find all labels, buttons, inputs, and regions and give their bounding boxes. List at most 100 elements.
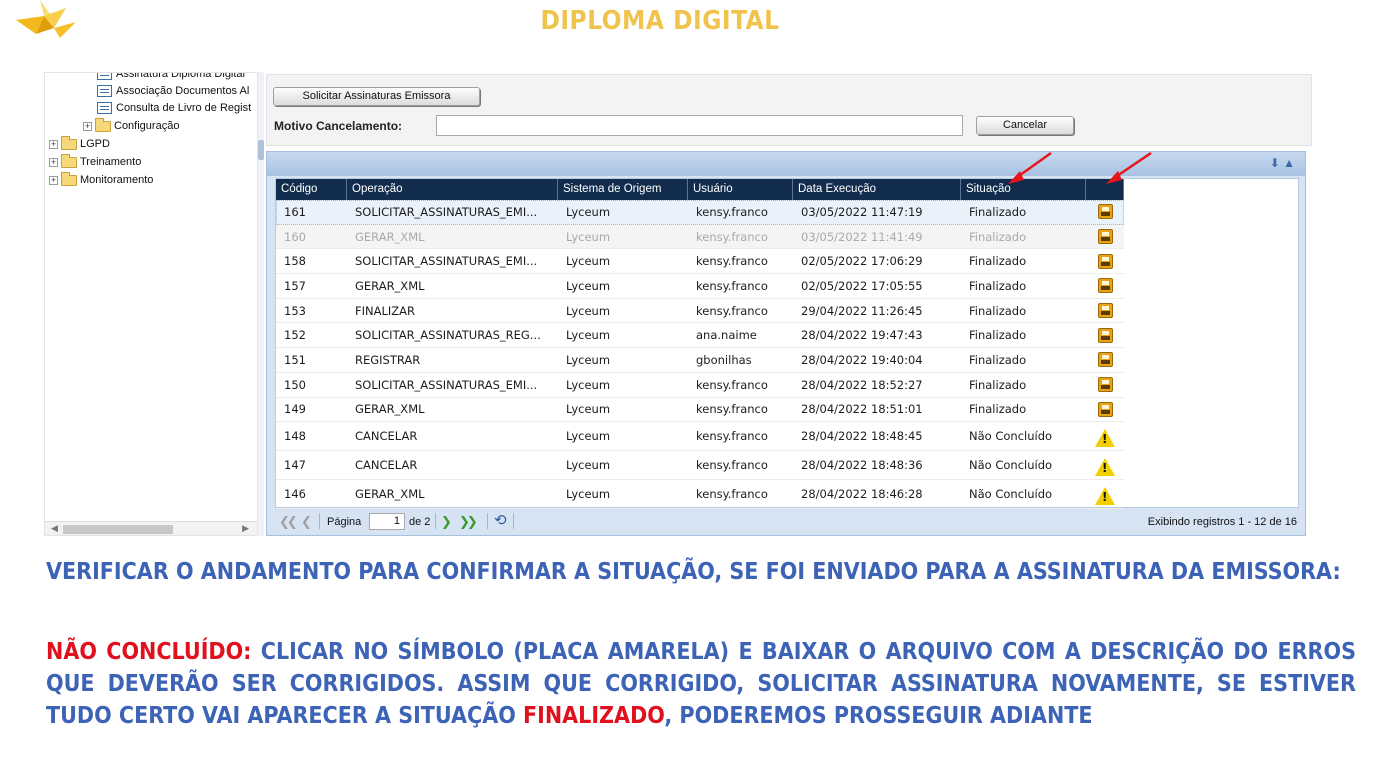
horizontal-scrollbar[interactable]: ◀ ▶ (45, 521, 257, 535)
column-header-data[interactable]: Data Execução (793, 179, 961, 200)
cancelar-button[interactable]: Cancelar (976, 116, 1074, 135)
execution-grid-panel: ⬇︎ ▲ Código Operação Sistema de Origem U… (266, 151, 1306, 536)
scroll-right-icon[interactable]: ▶ (242, 523, 249, 534)
table-row[interactable]: 151 REGISTRAR Lyceum gbonilhas 28/04/2022 19… (276, 348, 1124, 373)
cell-operacao: SOLICITAR_ASSINATURAS_EMI... (355, 377, 538, 392)
cell-operacao: REGISTRAR (355, 352, 421, 367)
cell-codigo: 158 (284, 254, 306, 269)
motivo-cancelamento-input[interactable] (436, 115, 963, 136)
scroll-left-icon[interactable]: ◀ (51, 523, 58, 534)
cell-sistema: Lyceum (566, 429, 611, 444)
expand-icon[interactable]: + (49, 157, 58, 167)
column-header-operacao[interactable]: Operação (347, 179, 558, 200)
row-action-cell (1086, 299, 1124, 323)
cell-data: 29/04/2022 11:26:45 (801, 303, 923, 318)
cell-sistema: Lyceum (566, 328, 611, 343)
refresh-icon[interactable]: ⟲ (494, 511, 507, 529)
table-row[interactable]: 149 GERAR_XML Lyceum kensy.franco 28/04/2022… (276, 398, 1124, 423)
first-page-icon[interactable]: ❮❮ (279, 514, 298, 530)
table-row[interactable]: 153 FINALIZAR Lyceum kensy.franco 29/04/2022… (276, 299, 1124, 324)
panel-splitter[interactable] (258, 72, 264, 536)
table-row[interactable]: 161 SOLICITAR_ASSINATURAS_EMI... Lyceum ken… (276, 200, 1124, 225)
cell-operacao: GERAR_XML (355, 402, 425, 417)
column-header-sistema[interactable]: Sistema de Origem (558, 179, 688, 200)
cell-situacao: Finalizado (969, 254, 1027, 269)
tree-item-monitoramento[interactable]: + Monitoramento (49, 171, 153, 189)
download-file-icon[interactable] (1097, 253, 1113, 269)
tree-item-lgpd[interactable]: + LGPD (49, 135, 110, 153)
column-header-codigo[interactable]: Código (276, 179, 347, 200)
solicitar-assinaturas-button[interactable]: Solicitar Assinaturas Emissora (273, 87, 480, 106)
download-file-icon[interactable] (1097, 278, 1113, 294)
table-row[interactable]: 147 CANCELAR Lyceum kensy.franco 28/04/2022 … (276, 451, 1124, 481)
pager-divider (319, 513, 320, 529)
table-row[interactable]: 160 GERAR_XML Lyceum kensy.franco 03/05/2022… (276, 224, 1124, 250)
cell-operacao: FINALIZAR (355, 303, 416, 318)
tree-item-consulta-livro[interactable]: Consulta de Livro de Regist (97, 99, 251, 117)
download-file-icon[interactable] (1097, 204, 1113, 220)
expand-icon[interactable]: + (83, 121, 92, 131)
cell-situacao: Não Concluído (969, 487, 1053, 502)
cell-sistema: Lyceum (566, 278, 611, 293)
cell-usuario: kensy.franco (696, 487, 768, 502)
tree-item-label: Assinatura Diploma Digital (116, 72, 245, 80)
cell-codigo: 161 (284, 204, 306, 219)
table-row[interactable]: 150 SOLICITAR_ASSINATURAS_EMI... Lyceum ken… (276, 373, 1124, 398)
download-file-icon[interactable] (1097, 303, 1113, 319)
cell-usuario: ana.naime (696, 328, 757, 343)
download-file-icon[interactable] (1097, 401, 1113, 417)
cell-operacao: CANCELAR (355, 429, 418, 444)
column-header-usuario[interactable]: Usuário (688, 179, 793, 200)
cell-sistema: Lyceum (566, 229, 611, 244)
cell-operacao: SOLICITAR_ASSINATURAS_EMI... (355, 204, 538, 219)
cell-codigo: 149 (284, 402, 306, 417)
cell-data: 28/04/2022 18:52:27 (801, 377, 923, 392)
page-number-input[interactable]: 1 (369, 513, 405, 530)
table-row[interactable]: 158 SOLICITAR_ASSINATURAS_EMI... Lyceum ken… (276, 249, 1124, 275)
cell-codigo: 148 (284, 429, 306, 444)
row-action-cell (1086, 323, 1124, 347)
pager-divider (513, 513, 514, 529)
tree-item-label: Monitoramento (80, 174, 154, 186)
download-file-icon[interactable] (1097, 377, 1113, 393)
cell-situacao: Finalizado (969, 377, 1027, 392)
warning-icon[interactable]: ! (1095, 458, 1115, 477)
table-row[interactable]: 152 SOLICITAR_ASSINATURAS_REG... Lyceum ana… (276, 323, 1124, 349)
cell-operacao: GERAR_XML (355, 487, 425, 502)
next-page-icon[interactable]: ❯ (441, 514, 452, 530)
warning-icon[interactable]: ! (1095, 429, 1115, 448)
expand-icon[interactable]: + (49, 175, 58, 185)
folder-icon (61, 153, 77, 168)
cell-situacao: Finalizado (969, 229, 1027, 244)
row-action-cell (1086, 274, 1124, 298)
cell-usuario: gbonilhas (696, 352, 752, 367)
document-icon (97, 102, 112, 114)
cell-sistema: Lyceum (566, 377, 611, 392)
row-action-cell (1086, 200, 1124, 224)
download-file-icon[interactable] (1097, 327, 1113, 343)
cell-codigo: 157 (284, 278, 306, 293)
cell-usuario: kensy.franco (696, 429, 768, 444)
download-file-icon[interactable] (1097, 229, 1113, 245)
warning-icon[interactable]: ! (1095, 487, 1115, 506)
splitter-handle[interactable] (258, 140, 264, 160)
collapse-icon[interactable]: ⬇︎ ▲ (1270, 156, 1295, 170)
table-row[interactable]: 157 GERAR_XML Lyceum kensy.franco 02/05/2022… (276, 274, 1124, 299)
tree-item-associacao-documentos[interactable]: Associação Documentos Al (97, 82, 249, 100)
scrollbar-thumb[interactable] (63, 525, 173, 534)
cell-data: 28/04/2022 18:48:36 (801, 458, 923, 473)
page-count-label: de 2 (409, 516, 431, 528)
row-action-cell: ! (1086, 480, 1124, 508)
download-file-icon[interactable] (1097, 352, 1113, 368)
table-row[interactable]: 148 CANCELAR Lyceum kensy.franco 28/04/2022 … (276, 422, 1124, 452)
previous-page-icon[interactable]: ❮ (301, 514, 312, 530)
finalizado-highlight: FINALIZADO (523, 703, 665, 729)
column-header-situacao[interactable]: Situação (961, 179, 1086, 200)
table-row[interactable]: 146 GERAR_XML Lyceum kensy.franco 28/04/2022… (276, 480, 1124, 510)
tree-item-label: Treinamento (80, 156, 142, 168)
pager-divider (435, 513, 436, 529)
last-page-icon[interactable]: ❯❯ (459, 514, 478, 530)
expand-icon[interactable]: + (49, 139, 58, 149)
tree-item-configuracao[interactable]: + Configuração (83, 117, 179, 135)
tree-item-treinamento[interactable]: + Treinamento (49, 153, 141, 171)
